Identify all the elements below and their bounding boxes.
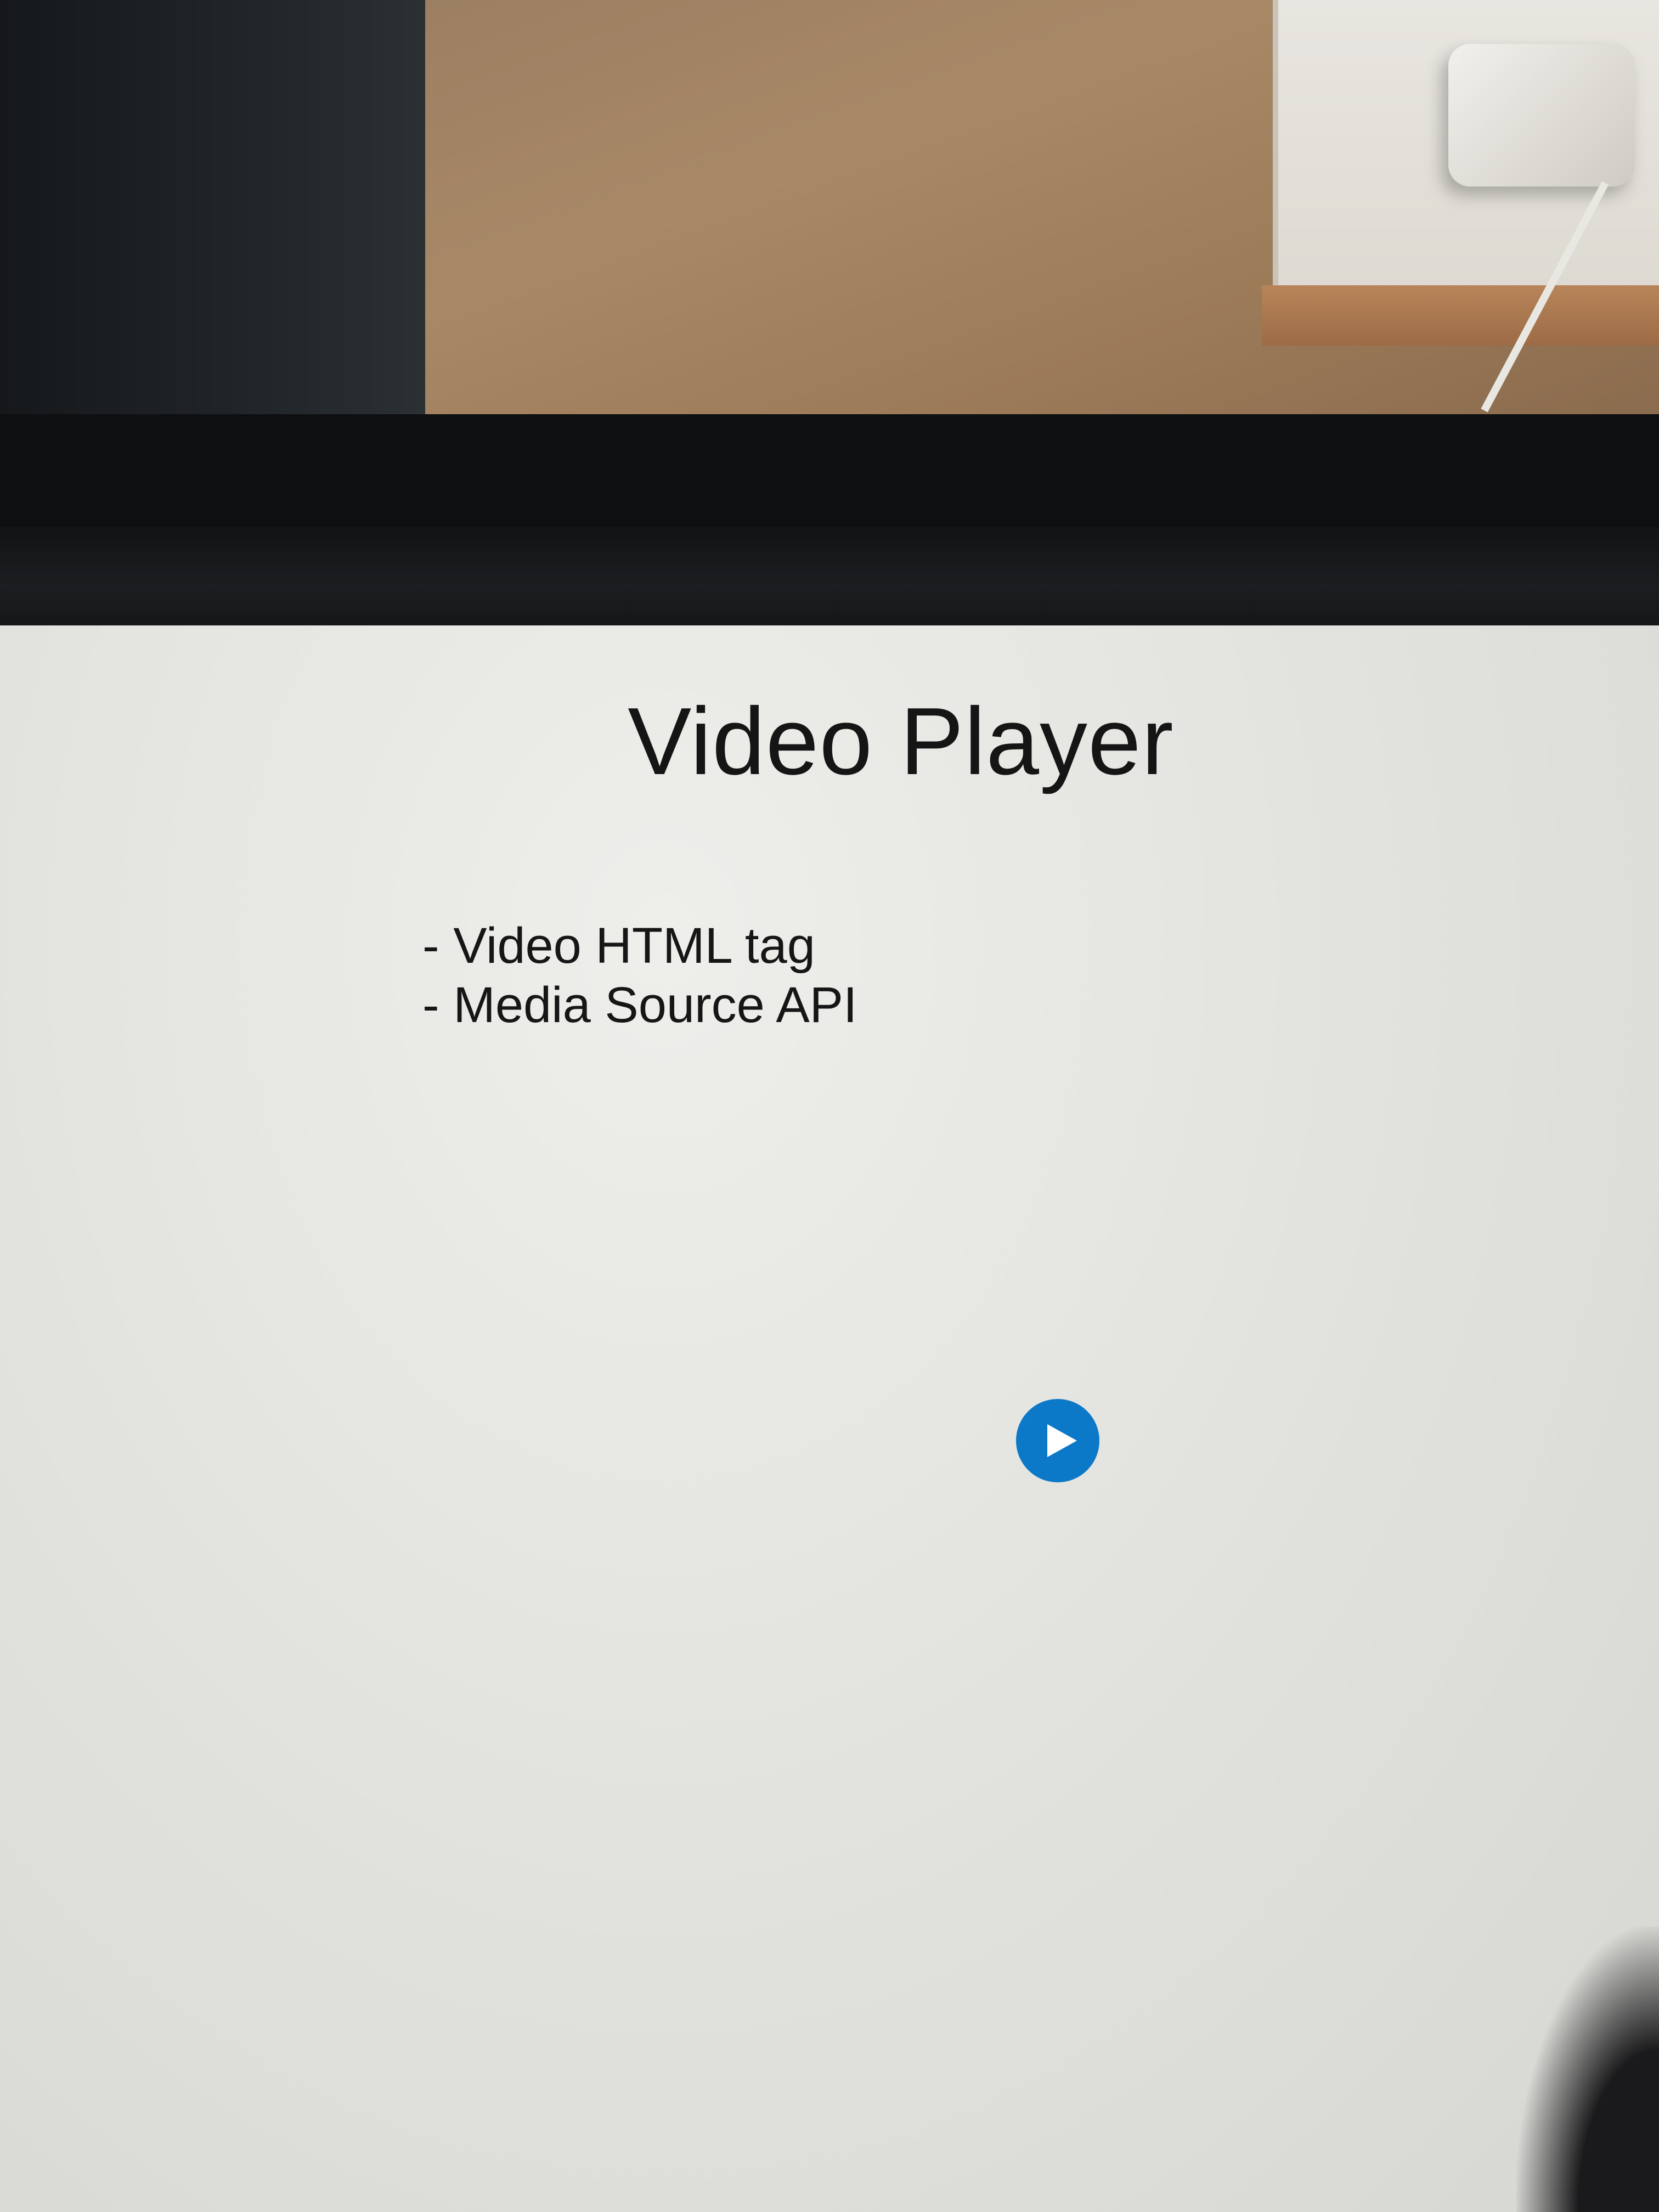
dark-panel <box>0 0 425 417</box>
charger <box>1448 44 1635 187</box>
bullet-list: - Video HTML tag - Media Source API <box>422 916 857 1035</box>
list-item: - Video HTML tag <box>422 918 815 974</box>
shelf-ledge <box>1262 285 1659 346</box>
monitor-top-strip <box>0 527 1659 625</box>
hand-shadow <box>1516 1927 1659 2212</box>
screen: Video Player - Video HTML tag - Media So… <box>0 625 1659 2212</box>
list-item: - Media Source API <box>422 977 857 1033</box>
page-title: Video Player <box>628 687 1174 794</box>
play-button[interactable] <box>1016 1399 1099 1482</box>
play-icon <box>1047 1424 1077 1457</box>
background-room <box>0 0 1659 417</box>
